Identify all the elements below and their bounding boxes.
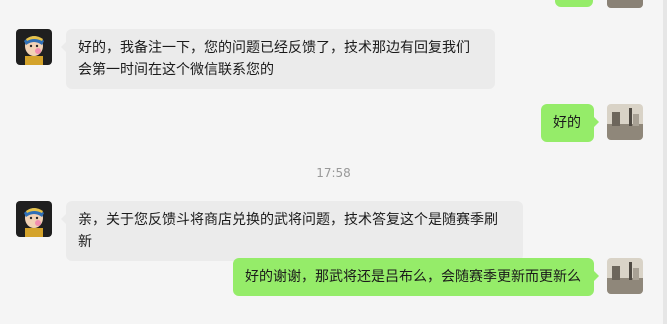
landscape-photo-icon bbox=[607, 0, 643, 8]
message-text: 好的 bbox=[553, 115, 581, 131]
message-bubble-incoming[interactable]: 亲，关于您反馈斗将商店兑换的武将问题，技术答复这个是随赛季刷新 bbox=[61, 201, 523, 261]
landscape-photo-icon bbox=[607, 258, 643, 294]
girl-portrait-icon bbox=[16, 201, 52, 237]
chat-window: 好的，我备注一下，您的问题已经反馈了，技术那边有回复我们会第一时间在这个微信联系… bbox=[0, 0, 667, 324]
message-timestamp: 17:58 bbox=[316, 166, 351, 180]
message-bubble-incoming[interactable]: 好的，我备注一下，您的问题已经反馈了，技术那边有回复我们会第一时间在这个微信联系… bbox=[61, 29, 495, 89]
landscape-photo-icon bbox=[607, 104, 643, 140]
contact-avatar[interactable] bbox=[16, 29, 52, 65]
message-text: 好的，我备注一下，您的问题已经反馈了，技术那边有回复我们会第一时间在这个微信联系… bbox=[78, 40, 470, 78]
my-avatar[interactable] bbox=[607, 104, 643, 140]
contact-avatar[interactable] bbox=[16, 201, 52, 237]
girl-portrait-icon bbox=[16, 29, 52, 65]
message-bubble-outgoing[interactable]: 好的谢谢，那武将还是吕布么，会随赛季更新而更新么 bbox=[233, 258, 599, 296]
my-avatar[interactable] bbox=[607, 258, 643, 294]
my-avatar-fragment[interactable] bbox=[607, 0, 643, 8]
previous-outgoing-bubble-fragment bbox=[555, 0, 593, 7]
message-text: 亲，关于您反馈斗将商店兑换的武将问题，技术答复这个是随赛季刷新 bbox=[78, 212, 498, 250]
chat-scrollbar[interactable] bbox=[663, 0, 667, 324]
message-bubble-outgoing[interactable]: 好的 bbox=[541, 104, 599, 142]
message-text: 好的谢谢，那武将还是吕布么，会随赛季更新而更新么 bbox=[245, 269, 581, 285]
